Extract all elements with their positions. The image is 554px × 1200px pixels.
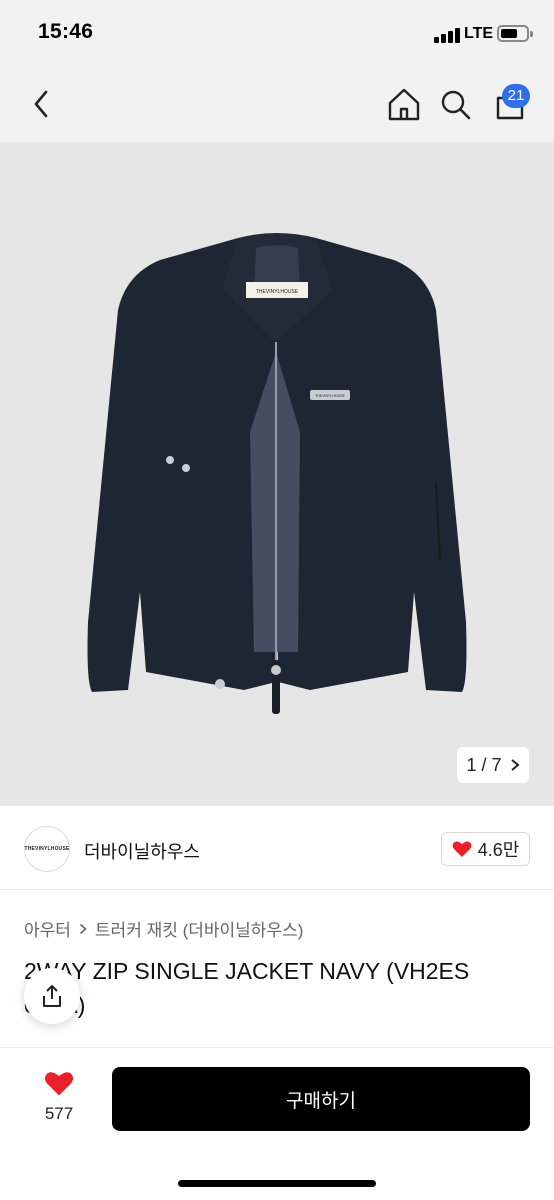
share-button[interactable] bbox=[24, 968, 80, 1024]
status-bar: 15:46 LTE bbox=[0, 0, 554, 64]
chevron-right-icon bbox=[510, 759, 520, 771]
back-arrow-icon bbox=[34, 90, 48, 118]
chest-label: THEVINYLHOUSE bbox=[315, 394, 345, 398]
home-indicator bbox=[178, 1180, 376, 1187]
image-counter-text: 1 / 7 bbox=[466, 754, 502, 775]
back-button[interactable] bbox=[24, 84, 60, 124]
breadcrumb-subcategory[interactable]: 트러커 재킷 (더바이닐하우스) bbox=[95, 916, 303, 941]
garment-label: THEVINYLHOUSE bbox=[256, 289, 299, 295]
jacket-photo: THEVINYLHOUSE THEVINYLHOUSE bbox=[87, 233, 467, 714]
seller-like-button[interactable]: 4.6만 bbox=[441, 832, 530, 866]
search-button[interactable] bbox=[436, 84, 476, 124]
seller-avatar[interactable]: THEVINYLHOUSE bbox=[24, 826, 70, 872]
divider bbox=[0, 889, 554, 890]
product-title: 2WAY ZIP SINGLE JACKET NAVY (VH2ES 042A) bbox=[24, 958, 470, 1018]
breadcrumb: 아우터 트러커 재킷 (더바이닐하우스) bbox=[24, 916, 303, 941]
divider bbox=[0, 1047, 554, 1048]
wishlist-count: 577 bbox=[44, 1104, 74, 1123]
product-image[interactable]: THEVINYLHOUSE THEVINYLHOUSE bbox=[0, 142, 554, 806]
cart-count-badge: 21 bbox=[502, 84, 530, 108]
seller-name[interactable]: 더바이닐하우스 bbox=[84, 838, 200, 864]
home-icon bbox=[388, 88, 420, 121]
status-time: 15:46 bbox=[38, 20, 94, 43]
share-icon bbox=[43, 985, 61, 1007]
search-icon bbox=[441, 90, 471, 120]
image-counter[interactable]: 1 / 7 bbox=[457, 747, 529, 783]
seller-avatar-text: THEVINYLHOUSE bbox=[24, 846, 70, 852]
signal-icon bbox=[434, 27, 462, 43]
nav-bar bbox=[0, 64, 554, 142]
seller-like-count: 4.6만 bbox=[477, 840, 520, 860]
seller-row: THEVINYLHOUSE 더바이닐하우스 4.6만 bbox=[0, 806, 554, 890]
home-button[interactable] bbox=[384, 84, 424, 124]
heart-icon bbox=[452, 841, 472, 857]
heart-icon bbox=[44, 1072, 74, 1096]
chevron-right-icon bbox=[79, 923, 87, 934]
battery-icon bbox=[497, 25, 533, 42]
network-label: LTE bbox=[464, 25, 494, 42]
breadcrumb-category[interactable]: 아우터 bbox=[24, 916, 71, 941]
buy-button[interactable]: 구매하기 bbox=[112, 1067, 530, 1131]
